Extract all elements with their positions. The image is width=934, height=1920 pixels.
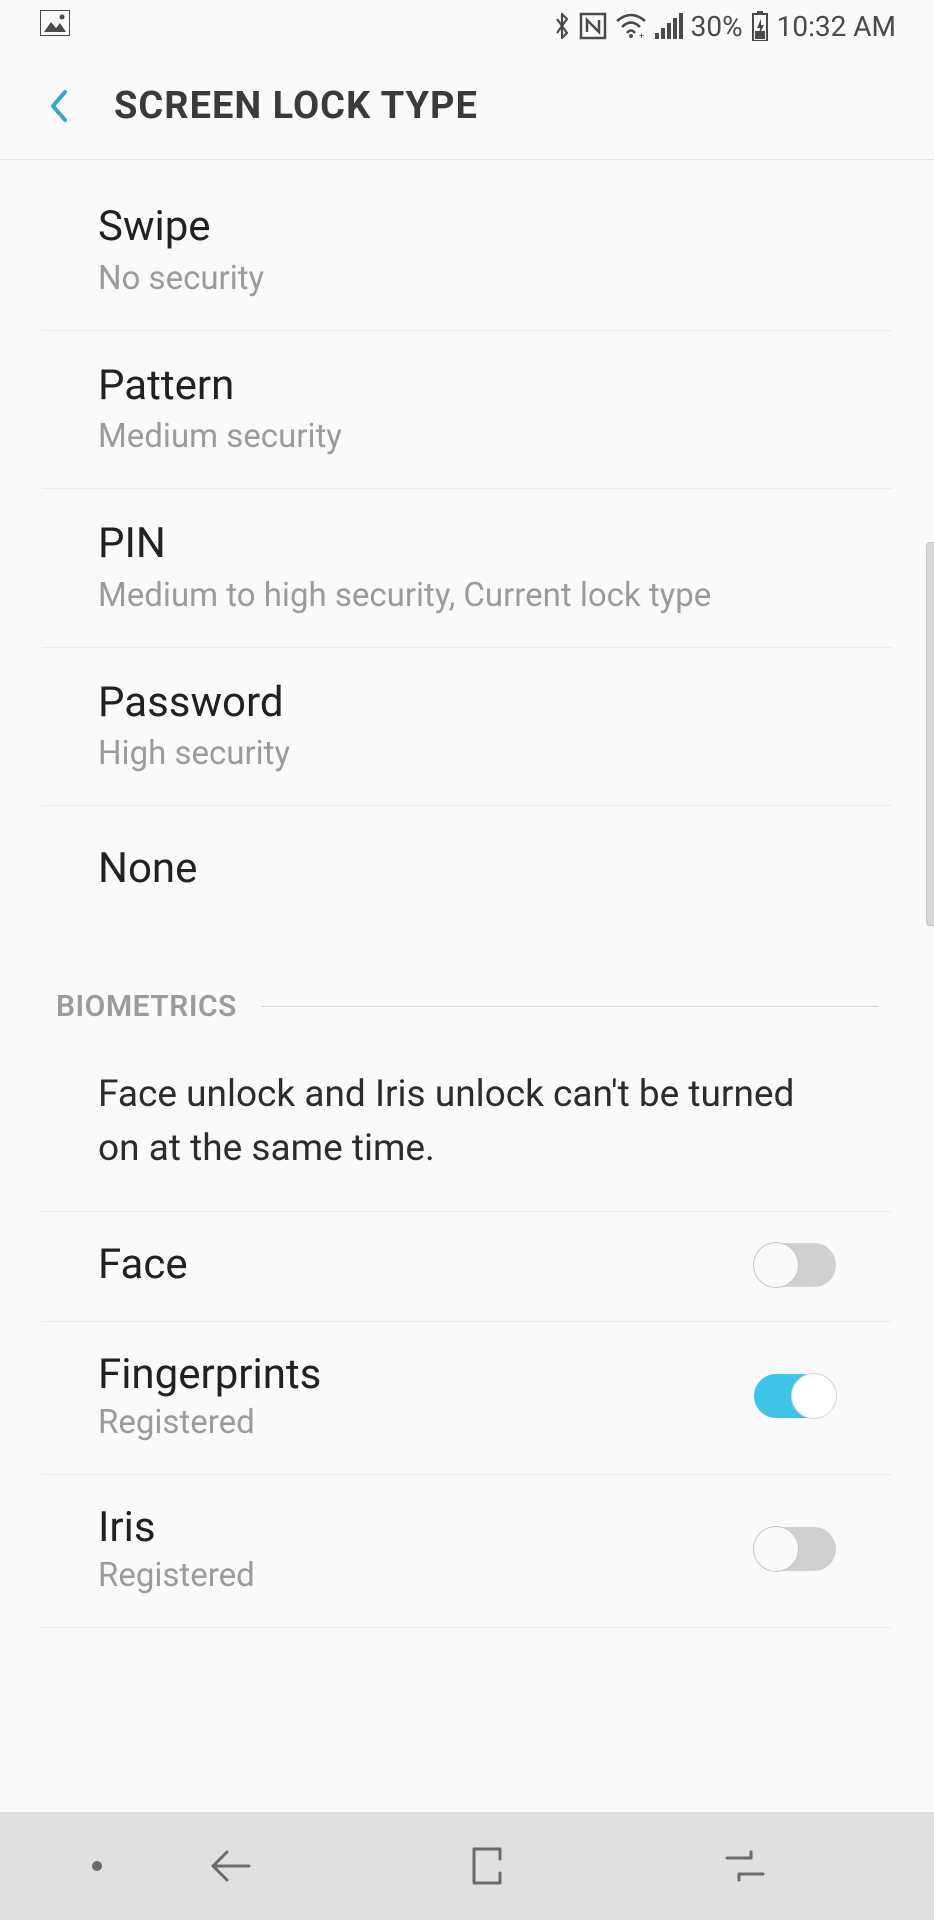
biometric-subtitle: Registered [98, 1556, 754, 1595]
svg-text:+: + [639, 32, 644, 39]
home-icon [466, 1845, 508, 1887]
lock-type-subtitle: No security [98, 259, 836, 298]
lock-type-subtitle: Medium to high security, Current lock ty… [98, 576, 836, 615]
chevron-left-icon [47, 88, 69, 124]
toggle-knob [791, 1373, 837, 1419]
battery-icon [751, 11, 769, 41]
back-button[interactable] [44, 84, 72, 128]
section-divider [261, 1006, 878, 1007]
face-toggle[interactable] [754, 1243, 836, 1287]
wifi-icon: + [615, 13, 647, 39]
lock-type-subtitle: Medium security [98, 417, 836, 456]
biometric-title: Face [98, 1240, 754, 1289]
toggle-knob [753, 1526, 799, 1572]
battery-percent: 30% [691, 10, 743, 43]
lock-type-subtitle: High security [98, 734, 836, 773]
status-bar: + 30% 10:32 AM [0, 0, 934, 52]
biometric-iris[interactable]: Iris Registered [42, 1475, 892, 1628]
signal-icon [655, 13, 683, 39]
app-header: SCREEN LOCK TYPE [0, 52, 934, 160]
lock-type-none[interactable]: None [42, 806, 892, 933]
section-label: BIOMETRICS [56, 989, 237, 1024]
nfc-icon [579, 12, 607, 40]
nav-recents-button[interactable] [719, 1840, 771, 1892]
arrow-left-icon [205, 1846, 253, 1886]
bluetooth-icon [553, 11, 571, 41]
scrollbar-thumb[interactable] [926, 542, 934, 926]
lock-type-title: Pattern [98, 359, 836, 414]
lock-type-swipe[interactable]: Swipe No security [42, 172, 892, 331]
biometric-title: Fingerprints [98, 1350, 754, 1399]
biometrics-section-header: BIOMETRICS [0, 953, 934, 1040]
clock-time: 10:32 AM [777, 10, 896, 43]
biometric-fingerprints[interactable]: Fingerprints Registered [42, 1322, 892, 1475]
page-title: SCREEN LOCK TYPE [114, 84, 478, 128]
lock-type-password[interactable]: Password High security [42, 648, 892, 807]
nav-back-button[interactable] [203, 1840, 255, 1892]
content-area: Swipe No security Pattern Medium securit… [0, 160, 934, 1812]
nav-dot-icon [92, 1861, 102, 1871]
nav-home-button[interactable] [461, 1840, 513, 1892]
iris-toggle[interactable] [754, 1527, 836, 1571]
lock-type-pattern[interactable]: Pattern Medium security [42, 331, 892, 490]
lock-type-title: PIN [98, 517, 836, 572]
biometrics-note: Face unlock and Iris unlock can't be tur… [42, 1040, 892, 1212]
picture-icon [40, 10, 70, 43]
biometric-title: Iris [98, 1503, 754, 1552]
navigation-bar [0, 1812, 934, 1920]
lock-type-title: Password [98, 676, 836, 731]
biometric-face[interactable]: Face [42, 1212, 892, 1322]
lock-type-pin[interactable]: PIN Medium to high security, Current loc… [42, 489, 892, 648]
recents-icon [721, 1848, 769, 1884]
biometric-subtitle: Registered [98, 1403, 754, 1442]
lock-type-title: Swipe [98, 200, 836, 255]
toggle-knob [753, 1242, 799, 1288]
fingerprints-toggle[interactable] [754, 1374, 836, 1418]
lock-type-title: None [98, 842, 836, 897]
